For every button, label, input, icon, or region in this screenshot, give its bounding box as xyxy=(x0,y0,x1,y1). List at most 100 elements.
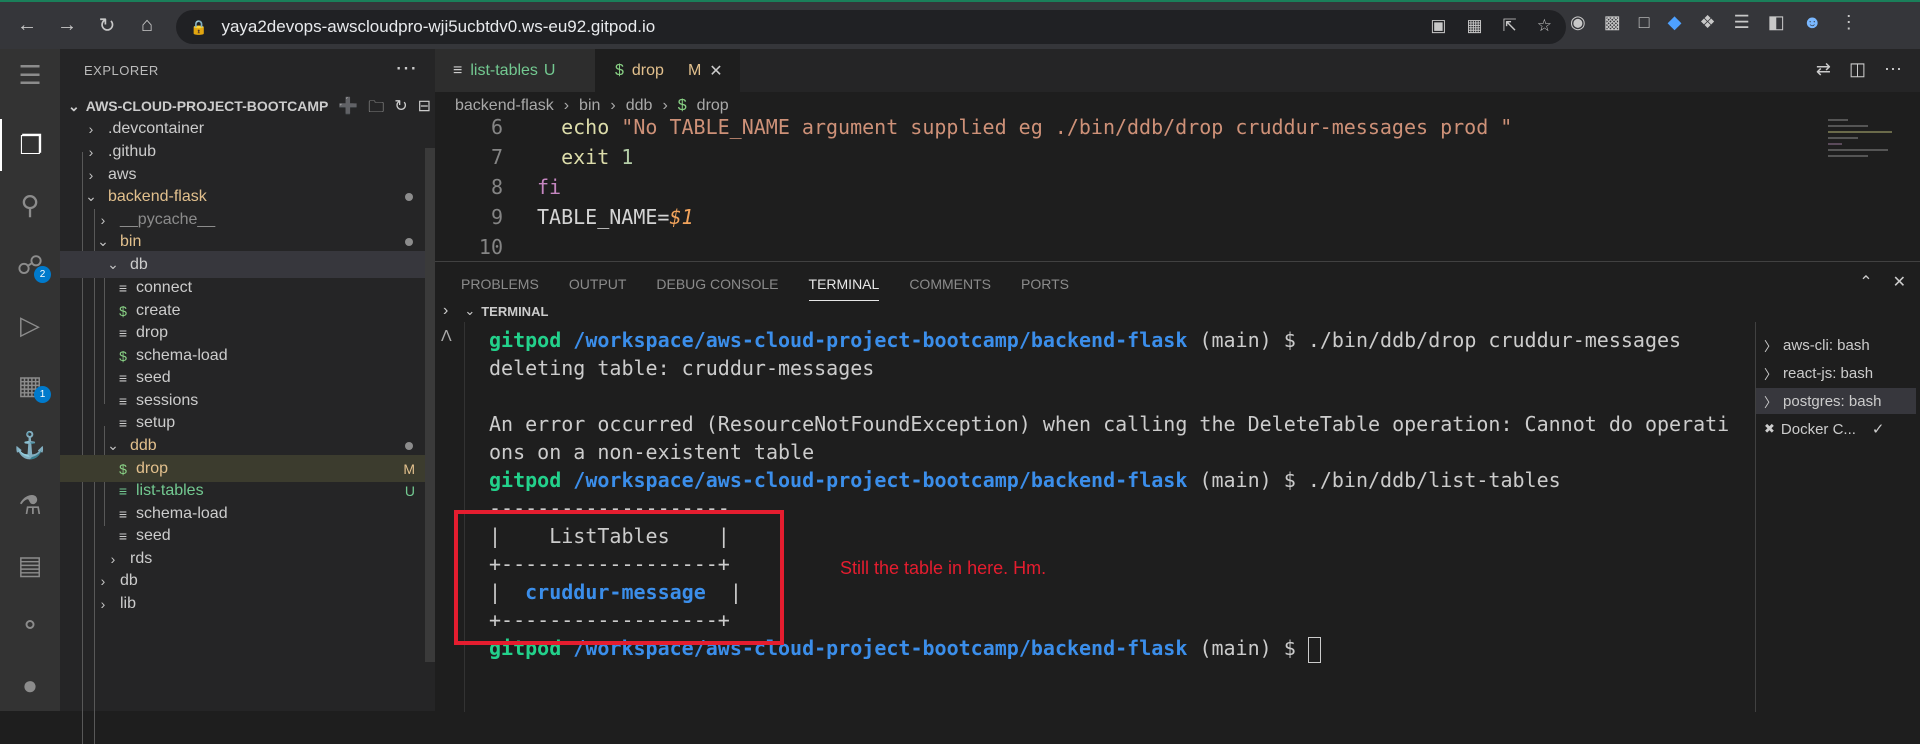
translate-icon[interactable]: ▦ xyxy=(1466,16,1482,36)
chevron-right-icon: › xyxy=(100,595,106,612)
tab-problems[interactable]: PROBLEMS xyxy=(461,276,539,301)
tab-drop[interactable]: $ drop M ✕ xyxy=(595,49,740,92)
explorer-title: EXPLORER xyxy=(84,63,159,78)
maximize-panel-icon[interactable]: ⌃ xyxy=(1859,272,1872,292)
explorer-icon[interactable]: ❐ xyxy=(0,119,60,171)
tab-list-tables[interactable]: ≡ list-tables U xyxy=(435,49,595,92)
a-icon: Λ xyxy=(441,328,452,345)
tab-comments[interactable]: COMMENTS xyxy=(909,276,991,301)
chevron-right-icon: › xyxy=(88,143,94,160)
address-bar[interactable]: 🔒 yaya2devops-awscloudpro-wji5ucbtdv0.ws… xyxy=(176,10,1566,44)
menu-icon[interactable]: ⋮ xyxy=(1840,12,1858,33)
file-lines-icon: ≡ xyxy=(118,527,128,544)
search-icon[interactable]: ⚲ xyxy=(0,179,60,231)
chevron-right-icon: › xyxy=(563,97,570,114)
scm-badge: 2 xyxy=(34,266,51,283)
breadcrumb-item[interactable]: ddb xyxy=(626,97,653,115)
chevron-right-icon: › xyxy=(88,120,94,137)
terminal-tab[interactable]: 〉 aws-cli: bash xyxy=(1756,332,1916,358)
terminal-output: An error occurred (ResourceNotFoundExcep… xyxy=(489,412,1730,436)
extension-icon[interactable]: ◉ xyxy=(1570,12,1586,33)
chevron-right-icon: › xyxy=(662,97,668,114)
reload-icon[interactable]: ↻ xyxy=(90,9,124,43)
split-editor-icon[interactable]: ◫ xyxy=(1849,59,1866,80)
code-line: echo "No TABLE_NAME argument supplied eg… xyxy=(537,115,1513,139)
lock-icon: 🔒 xyxy=(190,18,208,35)
shell-file-icon: $ xyxy=(119,460,127,477)
check-icon: ✓ xyxy=(1871,421,1885,438)
terminal-icon: 〉 xyxy=(1764,338,1778,354)
bookmark-star-icon[interactable]: ☆ xyxy=(1537,16,1552,36)
line-number: 9 xyxy=(490,205,503,229)
terminal-header[interactable]: › ⌄ TERMINAL xyxy=(435,300,1920,322)
panel-tabs: PROBLEMS OUTPUT DEBUG CONSOLE TERMINAL C… xyxy=(461,276,1069,301)
extensions-badge: 1 xyxy=(34,386,51,403)
terminal-tab[interactable]: ✖ Docker C... ✓ xyxy=(1756,416,1916,442)
tab-terminal[interactable]: TERMINAL xyxy=(808,276,880,301)
back-icon[interactable]: ← xyxy=(10,9,44,43)
breadcrumb-item[interactable]: bin xyxy=(579,97,600,115)
annotation-text: Still the table in here. Hm. xyxy=(840,558,1047,578)
terminal-output: deleting table: cruddur-messages xyxy=(489,356,875,380)
github-icon[interactable]: ● xyxy=(0,659,60,711)
avatar[interactable]: ☻ xyxy=(1803,12,1822,33)
compare-icon[interactable]: ⇄ xyxy=(1816,59,1831,80)
share-icon[interactable]: ⇱ xyxy=(1503,16,1517,36)
tree-folder[interactable]: › lib xyxy=(60,590,435,617)
activity-bar: ☰ ❐ ⚲ ☍ 2 ▷ ▦ 1 ⚓ ⚗ ▤ ⚬ ● xyxy=(0,49,60,711)
terminal-tab[interactable]: 〉 react-js: bash xyxy=(1756,360,1916,386)
url-text: yaya2devops-awscloudpro-wji5ucbtdv0.ws-e… xyxy=(221,17,656,36)
extension-icon[interactable]: ◆ xyxy=(1668,12,1682,33)
tab-debug-console[interactable]: DEBUG CONSOLE xyxy=(656,276,778,301)
code-line: exit 1 xyxy=(537,145,634,169)
file-lines-icon: ≡ xyxy=(453,61,463,79)
code-line: fi xyxy=(537,175,562,199)
home-icon[interactable]: ⌂ xyxy=(130,9,164,43)
source-control-icon[interactable]: ☍ 2 xyxy=(0,239,60,291)
testing-icon[interactable]: ⚗ xyxy=(0,479,60,531)
extension-icon[interactable]: □ xyxy=(1639,12,1650,33)
tab-ports[interactable]: PORTS xyxy=(1021,276,1069,301)
chevron-down-icon: ⌄ xyxy=(85,188,97,204)
shell-file-icon: $ xyxy=(677,97,687,114)
docker-icon[interactable]: ⚓ xyxy=(0,419,60,471)
chevron-down-icon: ⌄ xyxy=(68,97,80,114)
chevron-right-icon: › xyxy=(100,572,106,589)
api-icon[interactable]: ▤ xyxy=(0,539,60,591)
terminal-cursor xyxy=(1307,636,1321,663)
extensions-icon[interactable]: ▦ 1 xyxy=(0,359,60,411)
shell-file-icon: $ xyxy=(119,302,127,319)
forward-icon[interactable]: → xyxy=(50,9,84,43)
terminal-tab[interactable]: 〉 postgres: bash xyxy=(1756,388,1916,414)
database-icon[interactable]: ⚬ xyxy=(0,599,60,651)
terminal-tabs-list: 〉 aws-cli: bash 〉 react-js: bash 〉 postgres… xyxy=(1755,322,1916,712)
close-panel-icon[interactable]: ✕ xyxy=(1893,272,1906,292)
minimap[interactable] xyxy=(1828,119,1896,199)
more-actions-icon[interactable]: ⋯ xyxy=(395,55,417,81)
chevron-down-icon: ⌄ xyxy=(107,256,119,272)
chevron-right-icon: › xyxy=(100,211,106,228)
breadcrumb: backend-flask › bin › ddb › $ drop xyxy=(455,97,729,115)
terminal-output: ons on a non-existent table xyxy=(489,440,815,464)
tab-output[interactable]: OUTPUT xyxy=(569,276,627,301)
chevron-down-icon: ⌄ xyxy=(107,437,119,453)
popup-blocked-icon[interactable]: ▣ xyxy=(1430,16,1446,36)
puzzle-icon[interactable]: ❖ xyxy=(1699,12,1715,33)
breadcrumb-item[interactable]: drop xyxy=(697,97,729,115)
breadcrumb-item[interactable]: backend-flask xyxy=(455,97,554,115)
close-icon[interactable]: ✕ xyxy=(709,61,722,81)
sidepanel-icon[interactable]: ◧ xyxy=(1768,12,1785,33)
line-number: 8 xyxy=(490,175,503,199)
file-lines-icon: ≡ xyxy=(118,482,128,499)
shell-file-icon: $ xyxy=(119,347,127,364)
hamburger-icon[interactable]: ☰ xyxy=(0,49,60,101)
run-debug-icon[interactable]: ▷ xyxy=(0,299,60,351)
extension-icon[interactable]: ▩ xyxy=(1604,12,1621,33)
media-icon[interactable]: ☰ xyxy=(1734,12,1750,33)
code-editor[interactable]: 6 echo "No TABLE_NAME argument supplied … xyxy=(435,115,1920,259)
terminal-icon: 〉 xyxy=(1764,366,1778,382)
browser-toolbar: ← → ↻ ⌂ 🔒 yaya2devops-awscloudpro-wji5uc… xyxy=(0,0,1920,49)
sidebar-scrollbar[interactable] xyxy=(425,148,435,662)
more-actions-icon[interactable]: ⋯ xyxy=(1884,59,1902,80)
chevron-right-icon: › xyxy=(88,166,94,183)
